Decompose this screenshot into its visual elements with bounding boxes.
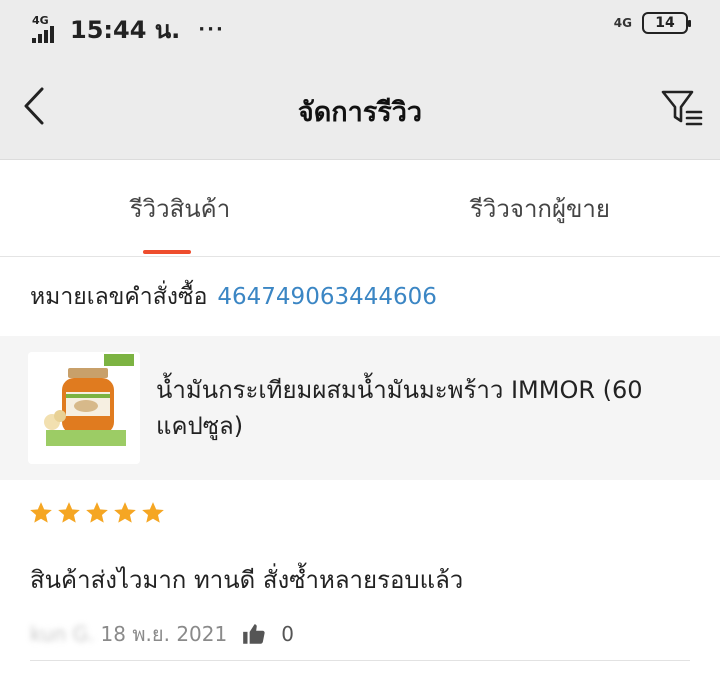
- reviewer-name: kun G.: [30, 622, 95, 646]
- battery-level: 14: [655, 15, 675, 31]
- tab-bar: รีวิวสินค้า รีวิวจากผู้ขาย: [0, 161, 720, 257]
- filter-button[interactable]: [660, 88, 704, 128]
- order-number-label: หมายเลขคำสั่งซื้อ: [30, 284, 208, 310]
- status-time: 15:44 น.: [70, 16, 181, 44]
- notification-dots: ···: [198, 19, 225, 40]
- review-meta: kun G. 18 พ.ย. 2021 0: [30, 618, 294, 650]
- star-rating: [28, 500, 166, 526]
- star-icon: [114, 502, 136, 523]
- review-item: สินค้าส่งไวมาก ทานดี สั่งซ้ำหลายรอบแล้ว …: [0, 480, 720, 682]
- page-title: จัดการรีวิว: [297, 97, 423, 128]
- thumbs-up-icon[interactable]: [241, 621, 267, 647]
- order-number-link[interactable]: 464749063444606: [217, 284, 437, 310]
- status-right: 4G 14: [613, 12, 691, 34]
- active-tab-indicator: [143, 250, 191, 254]
- battery-icon: 14: [642, 12, 691, 34]
- product-card[interactable]: น้ำมันกระเทียมผสมน้ำมันมะพร้าว IMMOR (60…: [0, 336, 720, 480]
- star-icon: [86, 502, 108, 523]
- tab-product-reviews[interactable]: รีวิวสินค้า: [0, 161, 360, 257]
- filter-icon: [661, 90, 703, 126]
- network-type-right: 4G: [613, 16, 632, 30]
- nav-bar: จัดการรีวิว: [0, 52, 720, 160]
- tab-seller-reviews[interactable]: รีวิวจากผู้ขาย: [360, 161, 720, 257]
- product-name: น้ำมันกระเทียมผสมน้ำมันมะพร้าว IMMOR (60…: [156, 376, 643, 440]
- order-row: หมายเลขคำสั่งซื้อ 464749063444606: [0, 258, 720, 336]
- divider: [30, 660, 690, 661]
- review-date: 18 พ.ย. 2021: [100, 622, 228, 646]
- status-left: 4G 15:44 น. ···: [32, 10, 225, 49]
- product-thumbnail[interactable]: [28, 352, 140, 464]
- review-text: สินค้าส่งไวมาก ทานดี สั่งซ้ำหลายรอบแล้ว: [30, 566, 464, 594]
- star-icon: [142, 502, 164, 523]
- star-icon: [30, 502, 52, 523]
- product-bottle-image: [28, 352, 140, 464]
- signal-icon: 4G: [32, 14, 62, 44]
- status-bar: 4G 15:44 น. ··· 4G 14: [0, 0, 720, 52]
- like-count: 0: [281, 622, 294, 646]
- star-icon: [58, 502, 80, 523]
